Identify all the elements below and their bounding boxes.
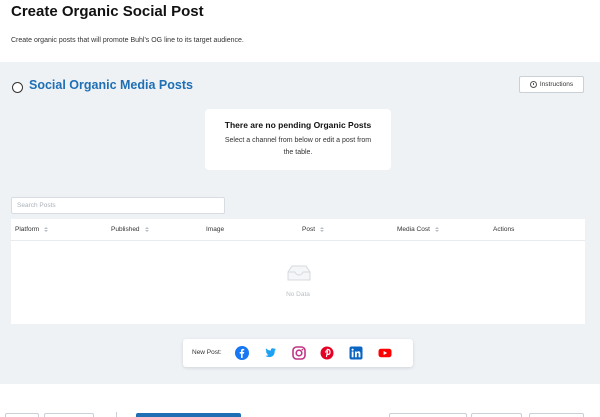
clock-icon: [529, 81, 537, 88]
instructions-button[interactable]: Instructions: [519, 76, 584, 93]
footer-button[interactable]: [529, 413, 584, 417]
column-label: Platform: [15, 226, 40, 233]
new-post-bar: New Post:: [183, 339, 413, 367]
posts-table: Platform Published Image Post Media Cost: [11, 219, 585, 324]
footer-primary-button[interactable]: [136, 413, 241, 417]
table-header: Platform Published Image Post Media Cost: [11, 219, 585, 241]
divider: [116, 412, 117, 417]
sort-icon[interactable]: [320, 227, 325, 232]
youtube-icon[interactable]: [378, 346, 392, 360]
twitter-icon[interactable]: [263, 346, 277, 360]
section-title: Social Organic Media Posts: [29, 78, 193, 92]
column-label: Published: [111, 226, 140, 233]
sort-icon[interactable]: [144, 227, 149, 232]
column-label: Post: [302, 226, 316, 233]
empty-state-card: There are no pending Organic Posts Selec…: [205, 109, 391, 170]
column-header-post[interactable]: Post: [302, 226, 325, 233]
section-radio[interactable]: [12, 82, 23, 93]
page-title: Create Organic Social Post: [11, 3, 204, 20]
facebook-icon[interactable]: [235, 346, 249, 360]
empty-state-title: There are no pending Organic Posts: [224, 120, 372, 130]
footer-button[interactable]: [5, 413, 39, 417]
column-header-published[interactable]: Published: [111, 226, 149, 233]
column-label: Actions: [493, 226, 515, 233]
linkedin-icon[interactable]: [349, 346, 363, 360]
search-posts-input[interactable]: [11, 197, 225, 214]
footer-button[interactable]: [471, 413, 522, 417]
page-subtitle: Create organic posts that will promote B…: [11, 37, 244, 44]
pinterest-icon[interactable]: [320, 346, 334, 360]
instagram-icon[interactable]: [292, 346, 306, 360]
column-header-image: Image: [206, 226, 224, 233]
social-organic-media-posts-section: Social Organic Media Posts Instructions …: [0, 62, 600, 384]
footer-actions: [0, 384, 600, 417]
sort-icon[interactable]: [44, 227, 49, 232]
page: Create Organic Social Post Create organi…: [0, 0, 600, 417]
column-label: Media Cost: [397, 226, 430, 233]
footer-button[interactable]: [44, 413, 94, 417]
column-header-platform[interactable]: Platform: [15, 226, 49, 233]
column-label: Image: [206, 226, 225, 233]
column-header-actions: Actions: [493, 226, 514, 233]
sort-icon[interactable]: [434, 227, 439, 232]
empty-inbox-icon: [287, 265, 311, 281]
no-data-text: No Data: [286, 291, 310, 298]
empty-state-text: Select a channel from below or edit a po…: [224, 137, 372, 156]
footer-button[interactable]: [389, 413, 467, 417]
column-header-media-cost[interactable]: Media Cost: [397, 226, 439, 233]
instructions-label: Instructions: [539, 81, 574, 88]
new-post-label: New Post:: [192, 349, 222, 356]
